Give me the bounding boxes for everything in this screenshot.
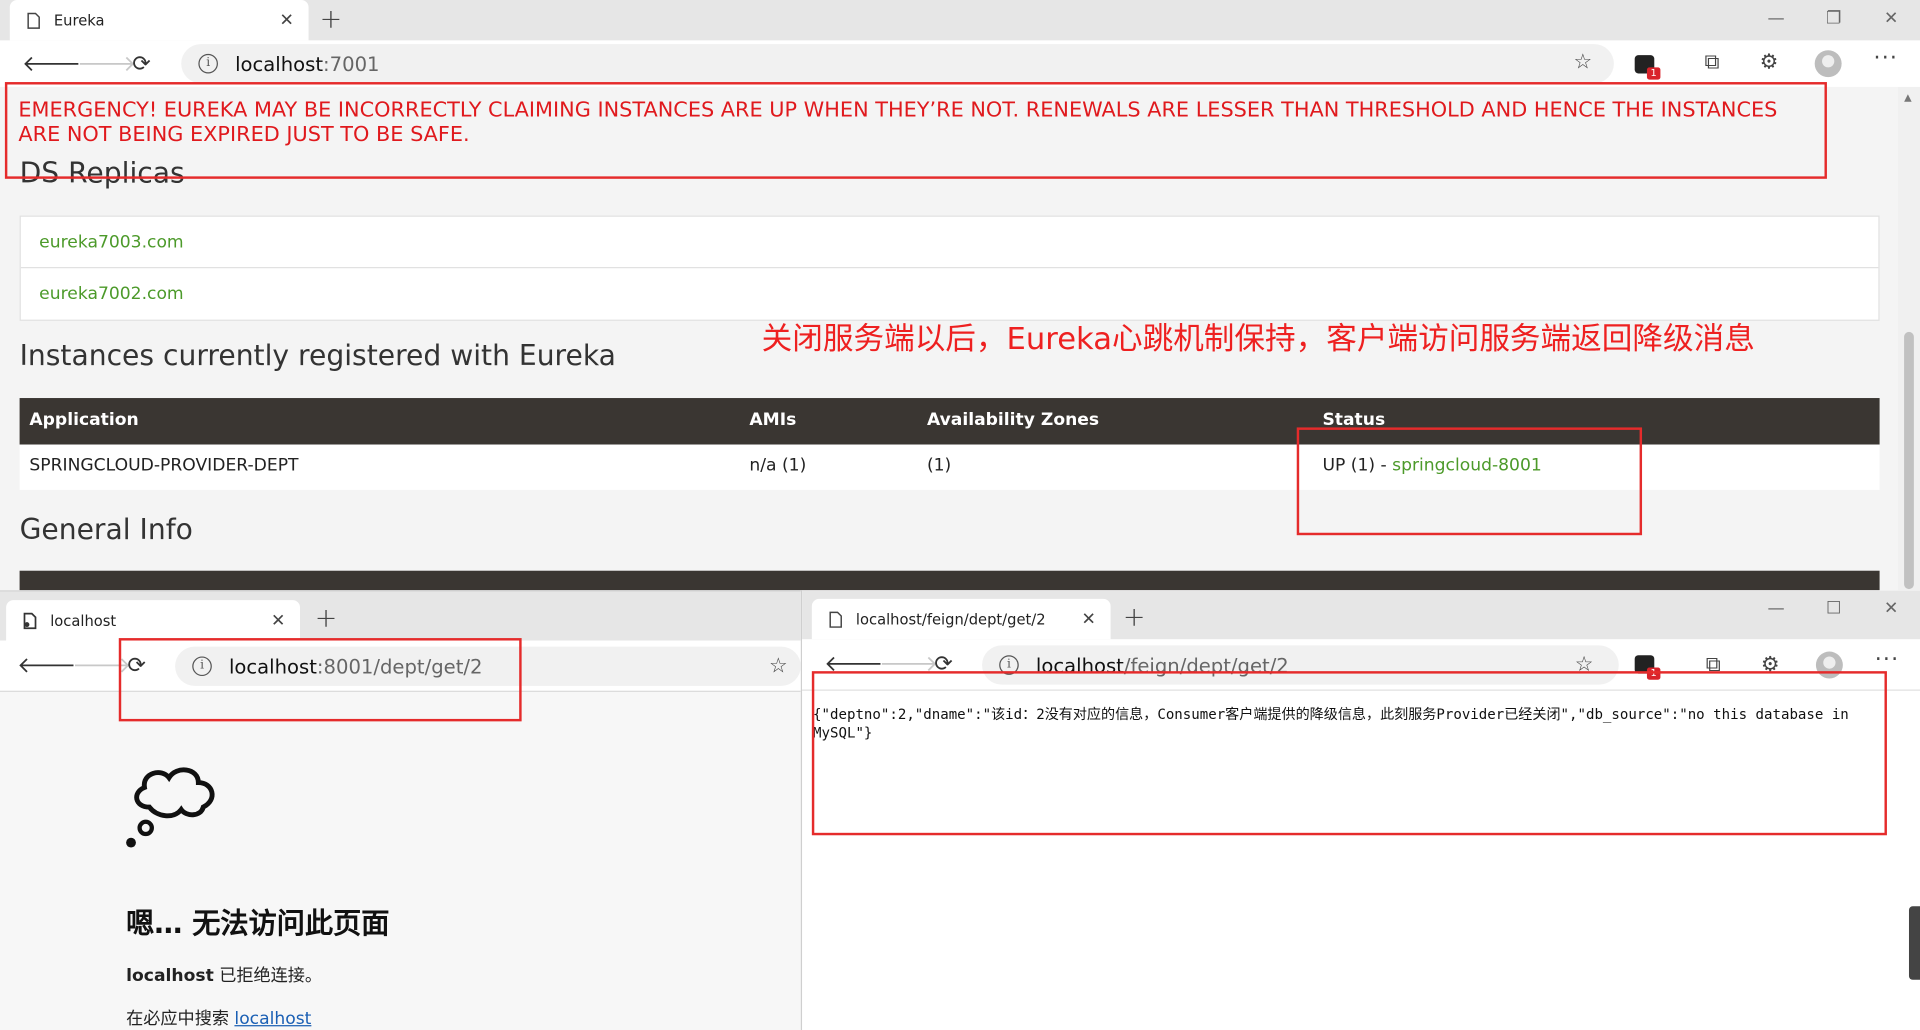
- profile-avatar[interactable]: [1814, 50, 1842, 78]
- close-tab-icon[interactable]: ✕: [1082, 610, 1096, 630]
- col-application: Application: [29, 410, 139, 430]
- new-tab-button[interactable]: +: [320, 5, 343, 36]
- tab-strip: Eureka ✕ + — ❐ ✕: [0, 0, 1920, 41]
- extension-badge: 1: [1646, 67, 1661, 80]
- highlight-box-emergency: [4, 82, 1827, 179]
- scroll-up-icon[interactable]: ▲: [1904, 92, 1912, 103]
- favorite-star-icon[interactable]: ☆: [1573, 50, 1592, 74]
- search-suggestion: 在必应中搜索 localhost: [126, 1006, 311, 1030]
- side-panel-handle[interactable]: [1908, 906, 1920, 980]
- page-icon: [27, 12, 40, 29]
- replica-link[interactable]: eureka7003.com: [20, 217, 1879, 269]
- instances-heading: Instances currently registered with Eure…: [19, 340, 616, 373]
- scrollbar-thumb[interactable]: [1904, 331, 1914, 590]
- refresh-icon[interactable]: ⟳: [132, 51, 150, 77]
- more-menu-icon[interactable]: ···: [1875, 647, 1900, 673]
- provider-browser-window: localhost ✕ + 🡐 🡒 ⟳ i localhost:8001/dep…: [0, 590, 801, 1030]
- highlight-box-json: [811, 671, 1887, 836]
- back-icon[interactable]: 🡐: [22, 51, 81, 77]
- cell-application: SPRINGCLOUD-PROVIDER-DEPT: [29, 455, 299, 476]
- url-path: :7001: [323, 52, 380, 76]
- close-window-icon[interactable]: ✕: [1862, 0, 1920, 40]
- search-link[interactable]: localhost: [234, 1009, 311, 1029]
- favorite-star-icon[interactable]: ☆: [769, 654, 788, 678]
- collections-icon[interactable]: ⧉: [1704, 50, 1719, 74]
- consumer-browser-window: localhost/feign/dept/get/2 ✕ + — ☐ ✕ 🡐 🡒…: [800, 590, 1920, 1030]
- address-bar[interactable]: i localhost:7001: [181, 44, 1614, 84]
- error-text: 已拒绝连接。: [213, 966, 323, 986]
- tab-title: Eureka: [53, 11, 105, 29]
- replica-link[interactable]: eureka7002.com: [21, 268, 1879, 319]
- new-tab-button[interactable]: +: [1123, 603, 1146, 634]
- page-icon: [829, 611, 842, 628]
- thought-cloud-icon: [126, 767, 215, 848]
- back-icon[interactable]: 🡐: [17, 653, 76, 679]
- error-title: 嗯… 无法访问此页面: [126, 908, 390, 941]
- error-message: localhost 已拒绝连接。: [126, 963, 322, 987]
- col-zones: Availability Zones: [926, 410, 1100, 430]
- restore-icon[interactable]: ❐: [1805, 0, 1863, 40]
- tab-localhost[interactable]: localhost ✕: [6, 600, 301, 641]
- new-tab-button[interactable]: +: [315, 604, 338, 635]
- extensions-icon[interactable]: ⚙: [1760, 50, 1779, 74]
- forward-icon[interactable]: 🡒: [77, 51, 136, 77]
- general-info-heading: General Info: [19, 514, 193, 547]
- highlight-box-provider-url: [118, 638, 522, 722]
- toolbar: 🡐 🡒 ⟳ i localhost:7001 ☆ 1 ⧉ ⚙ ···: [0, 40, 1920, 87]
- minimize-icon[interactable]: —: [1747, 590, 1805, 630]
- page-scrollbar[interactable]: ▲: [1897, 86, 1920, 591]
- close-window-icon[interactable]: ✕: [1862, 590, 1920, 630]
- tab-strip: localhost/feign/dept/get/2 ✕ + — ☐ ✕: [802, 590, 1920, 640]
- close-tab-icon[interactable]: ✕: [271, 611, 285, 631]
- error-page: 嗯… 无法访问此页面 localhost 已拒绝连接。 在必应中搜索 local…: [0, 690, 801, 1030]
- col-amis: AMIs: [749, 410, 797, 430]
- maximize-icon[interactable]: ☐: [1805, 590, 1863, 630]
- highlight-box-status: [1296, 427, 1643, 536]
- tab-title: localhost: [50, 611, 117, 629]
- search-prefix: 在必应中搜索: [126, 1009, 235, 1029]
- more-menu-icon[interactable]: ···: [1873, 45, 1898, 71]
- info-icon[interactable]: i: [198, 53, 218, 74]
- error-host: localhost: [126, 966, 214, 986]
- window-controls: — ☐ ✕: [1747, 590, 1920, 630]
- cell-zones: (1): [926, 455, 952, 476]
- eureka-browser-window: Eureka ✕ + — ❐ ✕ 🡐 🡒 ⟳ i localhost:7001 …: [0, 0, 1920, 591]
- annotation-caption: 关闭服务端以后，Eureka心跳机制保持，客户端访问服务端返回降级消息: [761, 320, 1755, 357]
- general-info-table-header: [19, 570, 1880, 591]
- cell-amis: n/a (1): [749, 455, 807, 476]
- replicas-list: eureka7003.com eureka7002.com: [19, 215, 1880, 321]
- tab-eureka[interactable]: Eureka ✕: [9, 0, 309, 41]
- broken-page-icon: [23, 612, 37, 629]
- tab-strip: localhost ✕ +: [0, 591, 801, 641]
- minimize-icon[interactable]: —: [1747, 0, 1805, 40]
- close-tab-icon[interactable]: ✕: [280, 11, 294, 31]
- tab-title: localhost/feign/dept/get/2: [855, 610, 1046, 628]
- window-controls: — ❐ ✕: [1747, 0, 1920, 40]
- tab-feign[interactable]: localhost/feign/dept/get/2 ✕: [811, 598, 1111, 640]
- url-host: localhost: [235, 52, 324, 76]
